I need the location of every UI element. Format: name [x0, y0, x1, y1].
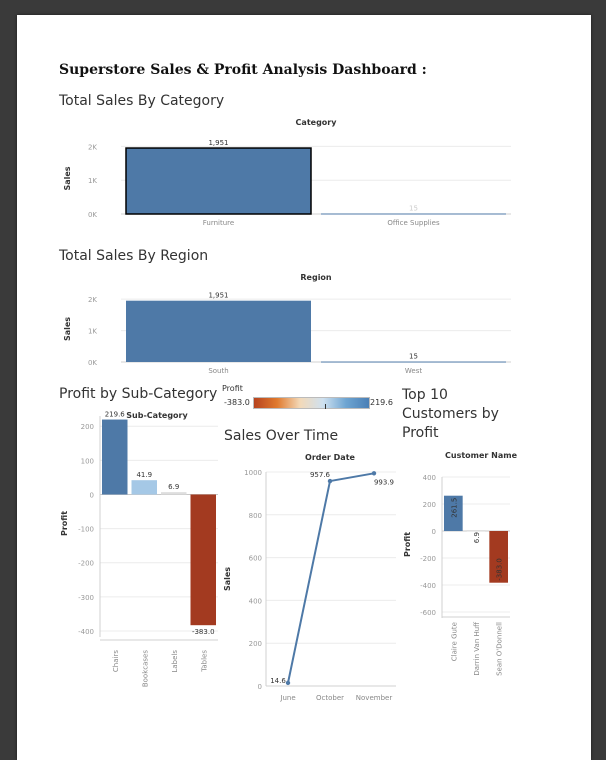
category-ytick-label: 0K	[88, 211, 97, 219]
time-ytick-label: 200	[249, 640, 262, 648]
category-ytick-label: 2K	[88, 143, 97, 151]
region-x-label: South	[208, 367, 228, 375]
customers-value-label: -383.0	[496, 558, 504, 581]
time-ytick-label: 1000	[244, 469, 262, 477]
region-value-label: 15	[409, 353, 418, 361]
customers-x-label: Darrin Van Huff	[473, 622, 481, 676]
time-ytick-label: 0	[258, 683, 262, 691]
subcategory-bar	[131, 480, 157, 495]
time-header: Order Date	[305, 453, 355, 462]
region-value-label: 1,951	[208, 292, 228, 300]
subcategory-x-label: Labels	[171, 650, 179, 673]
region-x-label: West	[405, 367, 422, 375]
time-point	[327, 478, 333, 484]
time-ytick-label: 400	[249, 597, 262, 605]
subcategory-ytick-label: 100	[81, 457, 94, 465]
customers-ytick-label: 200	[423, 501, 436, 509]
subcategory-value-label: 41.9	[136, 471, 152, 479]
subcategory-bar	[161, 492, 187, 495]
subcategory-ytick-label: -300	[78, 594, 94, 602]
subcategory-bar	[102, 419, 128, 495]
customers-value-label: 6.9	[473, 532, 481, 543]
customers-ytick-label: 0	[432, 528, 436, 536]
subcategory-value-label: 6.9	[168, 483, 179, 491]
subcategory-value-label: 219.6	[105, 411, 126, 419]
category-value-label: 15	[409, 204, 418, 212]
time-x-label: October	[316, 694, 344, 702]
category-bar	[321, 213, 506, 215]
subcategory-x-label: Chairs	[112, 650, 120, 672]
time-ytick-label: 800	[249, 512, 262, 520]
region-ylabel: Sales	[63, 317, 72, 341]
customers-value-label: 261.5	[450, 498, 458, 518]
subcategory-x-label: Bookcases	[141, 650, 149, 688]
region-ytick-label: 2K	[88, 296, 97, 304]
time-value-label: 14.6	[270, 677, 286, 685]
subcategory-value-label: -383.0	[192, 628, 215, 636]
category-x-label: Office Supplies	[387, 219, 440, 227]
region-ytick-label: 1K	[88, 328, 97, 336]
region-ytick-label: 0K	[88, 359, 97, 367]
subcategory-ylabel: Profit	[60, 511, 69, 536]
subcategory-bar	[190, 494, 216, 626]
time-point	[285, 680, 291, 686]
time-ytick-label: 600	[249, 555, 262, 563]
region-bar	[126, 300, 311, 362]
region-header: Region	[300, 273, 332, 282]
time-x-label: June	[279, 694, 295, 702]
category-ylabel: Sales	[63, 166, 72, 190]
category-value-label: 1,951	[208, 139, 228, 147]
dashboard-charts: Category Sales 0K 1K 2K 1,951 Furniture 15 Offic…	[60, 118, 518, 702]
customers-ytick-label: 400	[423, 474, 436, 482]
customers-ytick-label: -400	[420, 582, 436, 590]
subcategory-ytick-label: -100	[78, 526, 94, 534]
subcategory-ytick-label: -400	[78, 628, 94, 636]
customers-ylabel: Profit	[403, 532, 412, 557]
customers-ytick-label: -600	[420, 609, 436, 617]
time-ylabel: Sales	[223, 567, 232, 591]
subcategory-header: Sub-Category	[126, 411, 188, 420]
subcategory-ytick-label: 0	[90, 491, 94, 499]
time-x-label: November	[356, 694, 393, 702]
category-header: Category	[296, 118, 338, 127]
customers-bar	[466, 530, 486, 532]
customers-x-label: Sean O'Donnell	[496, 622, 504, 676]
time-series-line	[287, 472, 375, 684]
subcategory-x-label: Tables	[200, 650, 208, 673]
time-point	[371, 471, 377, 476]
category-x-label: Furniture	[203, 219, 234, 227]
customers-ytick-label: -200	[420, 555, 436, 563]
region-bar	[321, 361, 506, 363]
category-bar	[125, 147, 312, 215]
customers-x-label: Claire Gute	[450, 622, 458, 661]
time-value-label: 957.6	[310, 471, 331, 479]
time-value-label: 993.9	[374, 478, 394, 486]
subcategory-ytick-label: 200	[81, 423, 94, 431]
customers-header: Customer Name	[445, 451, 518, 460]
subcategory-ytick-label: -200	[78, 560, 94, 568]
category-ytick-label: 1K	[88, 177, 97, 185]
